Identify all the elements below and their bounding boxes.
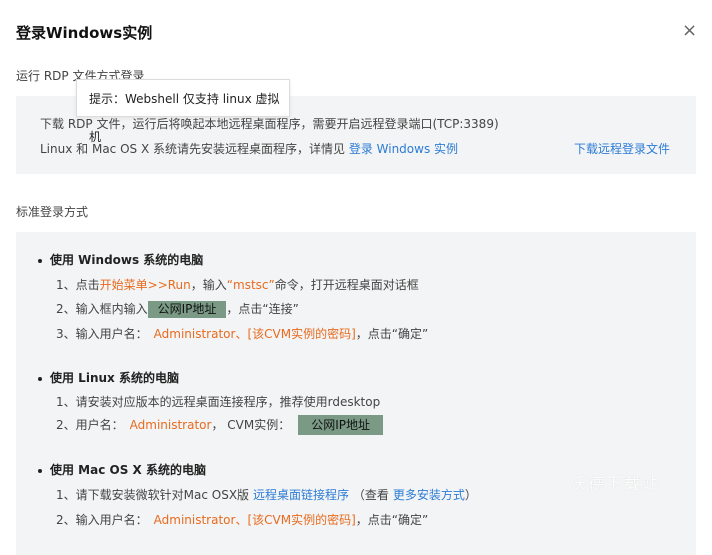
download-remote-login-file-link[interactable]: 下载远程登录文件 bbox=[574, 140, 670, 157]
more-install-methods-link[interactable]: 更多安装方式 bbox=[393, 488, 465, 502]
rdp-mac-linux-note: Linux 和 Mac OS X 系统请先安装远程桌面程序，详情见 登录 Win… bbox=[40, 140, 458, 157]
mac-heading-text: 使用 Mac OS X 系统的电脑 bbox=[50, 463, 206, 477]
close-icon[interactable]: × bbox=[682, 22, 697, 40]
linux-heading-text: 使用 Linux 系统的电脑 bbox=[50, 371, 179, 385]
mac-heading: 使用 Mac OS X 系统的电脑 bbox=[38, 461, 206, 478]
windows-step-3: 3、输入用户名： Administrator、[该CVM实例的密码]，点击“确定” bbox=[56, 325, 428, 342]
bullet-icon bbox=[38, 376, 42, 381]
step-text: 1、请下载安装微软针对Mac OSX版 bbox=[56, 488, 250, 502]
step-text: ，点击“确定” bbox=[355, 327, 429, 341]
credentials-text: Administrator、[该CVM实例的密码] bbox=[153, 327, 356, 341]
bullet-icon bbox=[38, 258, 42, 263]
rdp-note-text: Linux 和 Mac OS X 系统请先安装远程桌面程序，详情见 bbox=[40, 142, 345, 156]
mstsc-command: “mstsc” bbox=[226, 278, 275, 292]
step-text: （查看 bbox=[349, 488, 389, 502]
windows-heading-text: 使用 Windows 系统的电脑 bbox=[50, 253, 204, 267]
public-ip-placeholder: 公网IP地址 bbox=[298, 415, 383, 435]
linux-heading: 使用 Linux 系统的电脑 bbox=[38, 369, 179, 386]
credentials-text: Administrator、[该CVM实例的密码] bbox=[153, 513, 356, 527]
username-text: Administrator bbox=[129, 418, 212, 432]
step-text: ） bbox=[464, 488, 477, 502]
bullet-icon bbox=[38, 468, 42, 473]
step-text: ， CVM实例： bbox=[211, 418, 291, 432]
linux-step-1: 1、请安装对应版本的远程桌面连接程序，推荐使用rdesktop bbox=[56, 395, 381, 409]
webshell-tooltip: 提示：Webshell 仅支持 linux 虚拟机 bbox=[76, 79, 290, 144]
standard-box: 使用 Windows 系统的电脑 1、点击开始菜单>>Run，输入“mstsc”… bbox=[16, 232, 696, 555]
watermark: 沃德下载站 bbox=[570, 474, 661, 493]
step-text: 2、输入框内输入 bbox=[56, 302, 148, 316]
step-text: ，输入 bbox=[190, 278, 227, 292]
remote-desktop-program-link[interactable]: 远程桌面链接程序 bbox=[253, 488, 349, 502]
step-text: 命令，打开远程桌面对话框 bbox=[274, 278, 419, 292]
mac-step-2: 2、输入用户名： Administrator、[该CVM实例的密码]，点击“确定” bbox=[56, 511, 428, 528]
login-windows-instance-link[interactable]: 登录 Windows 实例 bbox=[349, 142, 458, 156]
standard-section-title: 标准登录方式 bbox=[16, 205, 89, 219]
windows-step-2: 2、输入框内输入 公网IP地址 ，点击“连接” bbox=[56, 300, 299, 318]
step-text: 1、点击 bbox=[56, 278, 100, 292]
step-text: ，点击“连接” bbox=[226, 302, 299, 316]
linux-step-2: 2、用户名： Administrator， CVM实例： 公网IP地址 bbox=[56, 415, 383, 435]
step-text: 3、输入用户名： bbox=[56, 327, 148, 341]
mac-step-1: 1、请下载安装微软针对Mac OSX版 远程桌面链接程序 （查看 更多安装方式） bbox=[56, 486, 477, 503]
windows-step-1: 1、点击开始菜单>>Run，输入“mstsc”命令，打开远程桌面对话框 bbox=[56, 276, 419, 293]
public-ip-placeholder: 公网IP地址 bbox=[147, 301, 227, 318]
dialog-title: 登录Windows实例 bbox=[16, 24, 153, 42]
start-menu-run: 开始菜单>>Run bbox=[99, 278, 191, 292]
windows-heading: 使用 Windows 系统的电脑 bbox=[38, 251, 203, 268]
step-text: 2、用户名： bbox=[56, 418, 124, 432]
step-text: ，点击“确定” bbox=[355, 513, 429, 527]
step-text: 2、输入用户名： bbox=[56, 513, 148, 527]
